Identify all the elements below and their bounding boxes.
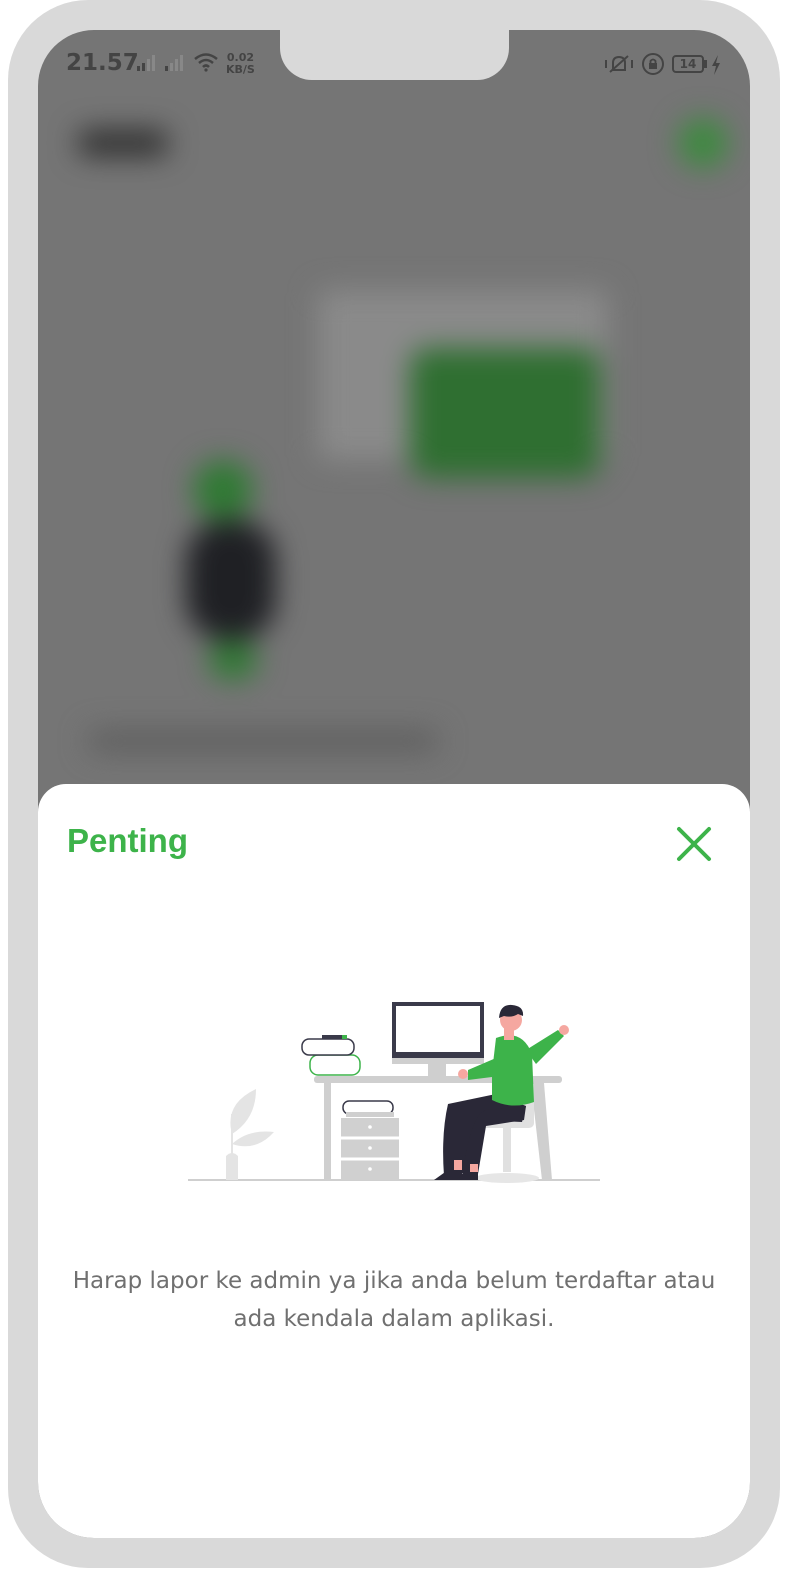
battery-icon: 14 [672,55,704,73]
blurred-header-logo [78,130,168,156]
close-button[interactable] [674,824,714,864]
desk-illustration [188,1002,600,1183]
modal-message: Harap lapor ke admin ya jika anda belum … [72,1268,716,1332]
camera-notch [280,30,509,80]
cell-signal-2-icon [165,55,183,71]
blurred-avatar [678,118,728,168]
rotation-lock-icon [642,53,664,75]
network-speed-unit: KB/S [226,63,255,76]
important-modal: Penting Harap lapor ke admin ya jika and… [38,784,750,1538]
cell-signal-icon [137,55,155,71]
vibrate-icon [605,55,633,73]
blurred-figure-head [193,460,253,520]
plant-icon [226,1089,274,1180]
blurred-background [38,30,750,830]
battery-tip [704,60,707,68]
battery-level: 14 [679,57,697,71]
close-icon [677,827,711,861]
modal-title: Penting [67,822,188,859]
blurred-figure-body [186,520,276,640]
status-time: 21.57 [66,50,139,76]
blurred-figure-feet [208,640,258,680]
wifi-icon [194,53,218,72]
blurred-green-card [410,348,600,478]
network-speed: 0.02 KB/S [226,52,255,76]
app-screen: Penting Harap lapor ke admin ya jika and… [38,30,750,1538]
blurred-text-line [88,730,438,752]
charging-icon [712,55,720,75]
